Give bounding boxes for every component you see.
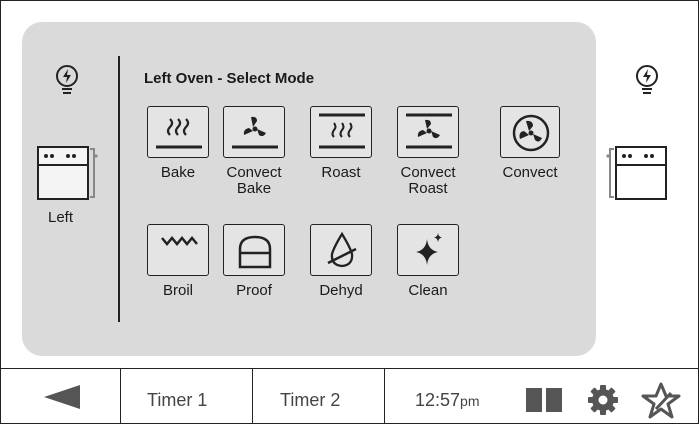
back-arrow-icon[interactable] [42,383,82,411]
bottom-bar-separator [120,368,121,424]
clock: 12:57pm [415,390,480,411]
mode-dehyd[interactable]: Dehyd [299,224,383,298]
mode-convect-roast[interactable]: Convect Roast [386,106,470,196]
mode-proof[interactable]: Proof [212,224,296,298]
mode-label: Clean [408,282,448,299]
panel-divider [118,56,120,322]
mode-label-1: Convect [226,164,282,181]
proof-icon [238,235,272,269]
broil-icon [161,236,198,246]
mode-label: Convect [502,164,558,181]
bottom-bar-separator [384,368,385,424]
dehydrate-icon [327,231,357,268]
mode-label-1: Convect [400,164,456,181]
mode-broil[interactable]: Broil [136,224,220,298]
left-oven-icon[interactable] [36,145,98,201]
right-light-icon[interactable] [634,64,660,98]
mode-label: Dehyd [319,282,363,299]
settings-gear-icon[interactable] [586,383,620,417]
right-oven-icon[interactable] [606,145,668,201]
timer-2-button[interactable]: Timer 2 [280,390,340,411]
left-light-icon[interactable] [54,64,80,98]
mode-label: Bake [160,164,196,181]
mode-label-2: Bake [236,180,272,197]
mode-clean[interactable]: Clean [386,224,470,298]
clock-suffix: pm [460,393,480,409]
clock-time: 12:57 [415,390,461,410]
mode-label: Proof [236,282,272,299]
convect-bake-icon [232,116,278,149]
mode-label: Roast [321,164,361,181]
dual-oven-icon[interactable] [525,386,565,414]
roast-icon [319,113,365,149]
timer-1-button[interactable]: Timer 1 [147,390,207,411]
mode-label-2: Roast [408,180,448,197]
bake-icon [156,118,202,149]
favorites-star-icon[interactable] [641,382,681,420]
mode-roast[interactable]: Roast [299,106,383,180]
bottom-bar-separator [252,368,253,424]
left-oven-label: Left [48,209,74,226]
page-title: Left Oven - Select Mode [144,70,315,87]
clean-icon [416,233,442,265]
convect-icon [512,114,550,152]
mode-convect-bake[interactable]: Convect Bake [212,106,296,196]
mode-label: Broil [162,282,193,299]
mode-bake[interactable]: Bake [136,106,220,180]
convect-roast-icon [406,113,452,149]
mode-convect[interactable]: Convect [488,106,572,180]
